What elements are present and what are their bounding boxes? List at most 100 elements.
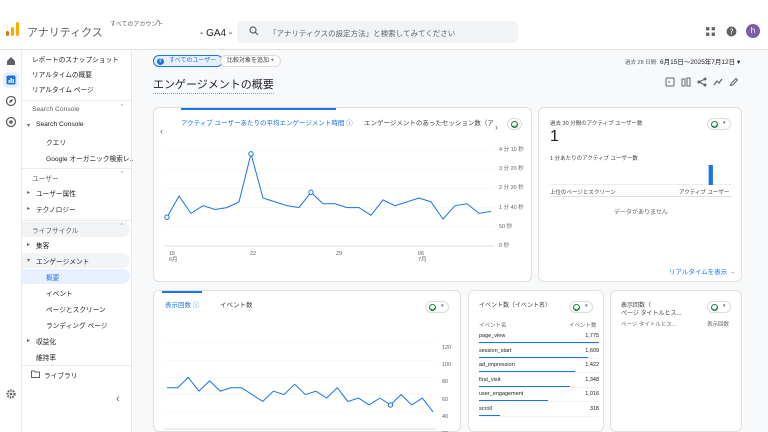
- tab-engaged-sessions[interactable]: エンゲージメントのあったセッション数（ア: [364, 117, 494, 127]
- nav-item-retention[interactable]: 維持率: [36, 352, 56, 362]
- view-realtime-link[interactable]: リアルタイムを表示 →: [669, 266, 736, 276]
- compare-icon[interactable]: [681, 77, 691, 87]
- trend-icon[interactable]: [713, 77, 723, 87]
- tab-label: アクティブ ユーザーあたりの平均エンゲージメント時間: [181, 120, 345, 127]
- event-count-title: イベント数（イベント名）: [479, 303, 552, 309]
- divider: [22, 220, 132, 221]
- nav-item-organic-search[interactable]: Google オーガニック検索レ...: [46, 153, 135, 163]
- caret-right-icon: ▸: [27, 190, 31, 196]
- apps-grid-icon[interactable]: [705, 26, 716, 37]
- event-count: 1,422: [585, 362, 599, 368]
- nav-group-monetization[interactable]: 収益化: [36, 336, 56, 346]
- nav-group-engagement[interactable]: エンゲージメント: [36, 256, 89, 266]
- status-pill[interactable]: [507, 118, 522, 130]
- nav-item-pages-screens[interactable]: ページとスクリーン: [46, 304, 106, 314]
- chevron-left-icon[interactable]: ‹: [160, 126, 163, 136]
- nav-group-tech[interactable]: テクノロジー: [36, 204, 76, 214]
- event-name-header: イベント名: [479, 323, 507, 329]
- help-icon[interactable]: ?: [726, 26, 737, 37]
- nav-item-events[interactable]: イベント: [46, 288, 73, 298]
- y-tick-label: 3 分 20 秒: [499, 166, 524, 173]
- collapse-nav-icon[interactable]: ‹: [116, 393, 120, 405]
- insights-icon[interactable]: [665, 77, 675, 87]
- row-divider: [479, 343, 599, 344]
- avatar[interactable]: h: [746, 24, 760, 38]
- y-tick-label: 2 分 30 秒: [499, 185, 524, 192]
- y-tick-label: 40: [442, 413, 449, 420]
- chevron-up-icon[interactable]: ˆ: [121, 105, 123, 112]
- data-point[interactable]: [308, 189, 314, 195]
- event-count: 1,609: [585, 347, 599, 354]
- share-icon[interactable]: [697, 77, 707, 87]
- audience-chip[interactable]: す すべてのユーザー: [153, 55, 224, 67]
- nav-item-realtime-overview[interactable]: リアルタイムの概要: [32, 69, 92, 79]
- nav-group-demographics[interactable]: ユーザー属性: [36, 188, 76, 198]
- bar[interactable]: [708, 165, 713, 185]
- row-divider: [479, 357, 599, 359]
- home-icon[interactable]: [5, 55, 17, 67]
- event-name: page_view: [479, 333, 506, 339]
- data-point[interactable]: [387, 402, 394, 408]
- divider: [550, 196, 732, 197]
- row-bar: [479, 385, 571, 387]
- event-count-header: イベント数: [569, 323, 597, 329]
- table-row[interactable]: ad_impression 1,422: [479, 360, 599, 373]
- tab-event-count[interactable]: イベント数: [220, 299, 253, 309]
- caret-right-icon: ▸: [27, 242, 31, 248]
- advertising-icon[interactable]: [5, 116, 17, 128]
- row-bar: [479, 371, 576, 372]
- reports-icon[interactable]: [5, 74, 17, 86]
- table-row[interactable]: page_view 1,775: [479, 331, 599, 344]
- status-pill[interactable]: ▾: [707, 301, 731, 313]
- row-bar: [479, 400, 548, 401]
- admin-gear-icon[interactable]: [5, 388, 17, 400]
- chevron-up-icon[interactable]: ˆ: [121, 224, 123, 231]
- nav-item-engagement-overview[interactable]: 概要: [46, 272, 59, 282]
- nav-item-queries[interactable]: クエリ: [46, 137, 66, 147]
- search-bar[interactable]: 「アナリティクスの設定方法」と検索してみてください: [237, 21, 518, 43]
- data-point[interactable]: [164, 214, 170, 220]
- report-nav: レポートのスナップショット リアルタイムの概要 リアルタイム ページ Searc…: [22, 50, 135, 432]
- app-title: アナリティクス: [27, 27, 103, 39]
- date-range-picker[interactable]: 6月15日～2025年7月12日 ▾: [660, 56, 740, 66]
- analytics-logo-icon[interactable]: [6, 22, 20, 36]
- nav-group-acquisition[interactable]: 集客: [36, 240, 49, 250]
- check-circle-icon: [711, 304, 718, 311]
- chevron-up-icon[interactable]: ˆ: [121, 172, 123, 179]
- y-tick-label: 60: [442, 396, 449, 403]
- table-row[interactable]: user_engagement 1,016: [479, 389, 599, 402]
- nav-item-library[interactable]: ライブラリ: [44, 370, 77, 380]
- dropdown-caret-icon: ▾: [585, 303, 588, 309]
- per-minute-label: 1 分あたりのアクティブ ユーザー数: [550, 156, 638, 162]
- nav-item-realtime-pages[interactable]: リアルタイム ページ: [32, 84, 94, 94]
- realtime-value: 1: [550, 128, 559, 145]
- series-line: [166, 151, 492, 220]
- row-bar: [479, 414, 501, 416]
- table-row[interactable]: scroll 318: [479, 404, 599, 417]
- edit-pencil-icon[interactable]: [729, 77, 739, 87]
- page-title-header: ページ タイトルとス...: [621, 322, 677, 328]
- add-comparison-button[interactable]: 比較対象を追加 +: [220, 55, 282, 67]
- views-header: 表示回数: [707, 322, 730, 328]
- explore-icon[interactable]: [5, 95, 17, 107]
- table-row[interactable]: first_visit 1,348: [479, 375, 599, 388]
- status-pill[interactable]: ▾: [707, 118, 731, 130]
- tab-avg-engagement-time[interactable]: アクティブ ユーザーあたりの平均エンゲージメント時間 ⓘ: [181, 117, 353, 127]
- tab-views[interactable]: 表示回数 ⓘ: [165, 299, 199, 309]
- nav-item-landing-page[interactable]: ランディング ページ: [46, 320, 107, 330]
- status-pill[interactable]: ▾: [425, 301, 449, 313]
- page-title: エンゲージメントの概要: [153, 76, 274, 94]
- nav-item-snapshot[interactable]: レポートのスナップショット: [32, 54, 119, 64]
- nav-section-user: ユーザー: [32, 176, 59, 183]
- chevron-right-icon[interactable]: ›: [495, 122, 498, 132]
- divider: [22, 365, 132, 366]
- data-point[interactable]: [248, 151, 254, 157]
- search-input[interactable]: 「アナリティクスの設定方法」と検索してみてください: [269, 28, 455, 39]
- table-row[interactable]: session_start 1,609: [479, 346, 599, 359]
- event-name: scroll: [479, 405, 492, 412]
- property-selector[interactable]: - GA4 -: [200, 28, 232, 39]
- y-tick-label: 50 秒: [499, 223, 513, 230]
- nav-group-search-console[interactable]: Search Console: [36, 121, 84, 128]
- status-pill[interactable]: ▾: [569, 301, 593, 313]
- check-circle-icon: [711, 121, 718, 128]
